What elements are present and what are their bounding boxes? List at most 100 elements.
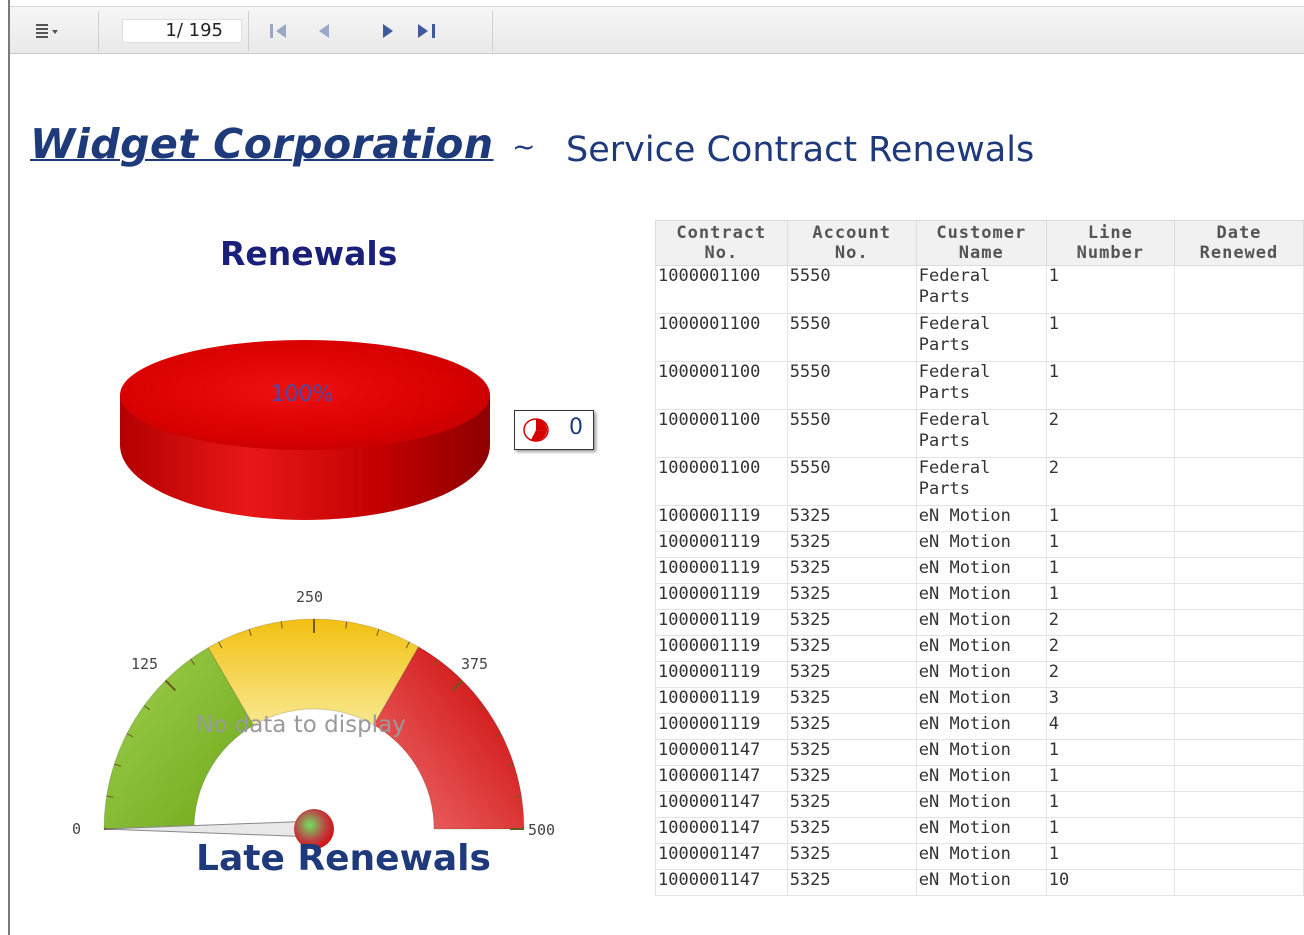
cell-customer-name: Federal Parts xyxy=(915,409,1047,458)
cell-line-number: 1 xyxy=(1045,765,1175,792)
cell-contract-no: 1000001147 xyxy=(655,869,788,896)
cell-date-renewed xyxy=(1173,817,1304,844)
cell-customer-name: eN Motion xyxy=(915,687,1047,714)
cell-line-number: 1 xyxy=(1045,265,1175,314)
cell-contract-no: 1000001147 xyxy=(655,817,788,844)
cell-date-renewed xyxy=(1173,791,1304,818)
cell-date-renewed xyxy=(1173,609,1304,636)
table-row: 1000001119 5325 eN Motion 1 xyxy=(655,583,1304,610)
cell-customer-name: eN Motion xyxy=(915,843,1047,870)
cell-date-renewed xyxy=(1173,457,1304,506)
cell-customer-name: eN Motion xyxy=(915,869,1047,896)
cell-date-renewed xyxy=(1173,661,1304,688)
cell-account-no: 5325 xyxy=(786,817,917,844)
cell-contract-no: 1000001119 xyxy=(655,531,788,558)
cell-contract-no: 1000001119 xyxy=(655,635,788,662)
list-menu-icon[interactable] xyxy=(34,21,70,41)
table-row: 1000001119 5325 eN Motion 1 xyxy=(655,557,1304,584)
company-title: Widget Corporation xyxy=(30,120,494,168)
cell-customer-name: eN Motion xyxy=(915,791,1047,818)
cell-date-renewed xyxy=(1173,361,1304,410)
cell-date-renewed xyxy=(1173,409,1304,458)
column-header-contract-no[interactable]: Contract No. xyxy=(655,220,788,266)
cell-line-number: 1 xyxy=(1045,739,1175,766)
cell-account-no: 5325 xyxy=(786,869,917,896)
cell-date-renewed xyxy=(1173,557,1304,584)
cell-contract-no: 1000001100 xyxy=(655,361,788,410)
renewals-chart-title: Renewals xyxy=(220,234,398,273)
cell-account-no: 5325 xyxy=(786,583,917,610)
cell-line-number: 2 xyxy=(1045,609,1175,636)
next-page-icon[interactable] xyxy=(378,21,400,41)
cell-account-no: 5325 xyxy=(786,661,917,688)
table-row: 1000001147 5325 eN Motion 1 xyxy=(655,843,1304,870)
cell-line-number: 1 xyxy=(1045,313,1175,362)
cell-customer-name: eN Motion xyxy=(915,557,1047,584)
cell-account-no: 5550 xyxy=(786,361,917,410)
table-row: 1000001119 5325 eN Motion 2 xyxy=(655,609,1304,636)
cell-contract-no: 1000001119 xyxy=(655,609,788,636)
cell-contract-no: 1000001147 xyxy=(655,791,788,818)
contracts-table: Contract No. Account No. Customer Name Line… xyxy=(655,220,1304,896)
cell-customer-name: Federal Parts xyxy=(915,361,1047,410)
column-header-account-no[interactable]: Account No. xyxy=(786,220,917,266)
cell-line-number: 1 xyxy=(1045,361,1175,410)
cell-date-renewed xyxy=(1173,843,1304,870)
cell-date-renewed xyxy=(1173,687,1304,714)
report-subtitle: Service Contract Renewals xyxy=(566,130,1035,170)
cell-customer-name: eN Motion xyxy=(915,583,1047,610)
cell-account-no: 5325 xyxy=(786,557,917,584)
gauge-tick-label: 375 xyxy=(461,655,489,673)
cell-line-number: 2 xyxy=(1045,457,1175,506)
first-page-icon[interactable] xyxy=(268,21,290,41)
table-row: 1000001119 5325 eN Motion 2 xyxy=(655,661,1304,688)
pie-legend: 0 xyxy=(514,410,594,450)
left-frame-border xyxy=(8,0,10,935)
column-header-date-renewed[interactable]: Date Renewed xyxy=(1173,220,1304,266)
column-header-customer-name[interactable]: Customer Name xyxy=(915,220,1047,266)
cell-date-renewed xyxy=(1173,505,1304,532)
table-row: 1000001100 5550 Federal Parts 1 xyxy=(655,361,1304,410)
table-row: 1000001100 5550 Federal Parts 2 xyxy=(655,409,1304,458)
table-row: 1000001119 5325 eN Motion 2 xyxy=(655,635,1304,662)
gauge-tick-label: 250 xyxy=(296,588,324,606)
prev-page-icon[interactable] xyxy=(312,21,334,41)
cell-date-renewed xyxy=(1173,765,1304,792)
cell-line-number: 2 xyxy=(1045,409,1175,458)
page-indicator[interactable]: 1/ 195 xyxy=(122,19,242,43)
cell-customer-name: Federal Parts xyxy=(915,313,1047,362)
column-header-line-number[interactable]: Line Number xyxy=(1045,220,1175,266)
cell-contract-no: 1000001147 xyxy=(655,765,788,792)
cell-line-number: 1 xyxy=(1045,791,1175,818)
table-row: 1000001147 5325 eN Motion 1 xyxy=(655,765,1304,792)
table-row: 1000001119 5325 eN Motion 4 xyxy=(655,713,1304,740)
renewals-pie-chart: 100% xyxy=(120,340,490,520)
cell-account-no: 5325 xyxy=(786,531,917,558)
cell-customer-name: eN Motion xyxy=(915,531,1047,558)
toolbar-separator xyxy=(98,11,99,51)
cell-line-number: 2 xyxy=(1045,635,1175,662)
cell-line-number: 1 xyxy=(1045,557,1175,584)
cell-account-no: 5550 xyxy=(786,265,917,314)
cell-customer-name: eN Motion xyxy=(915,817,1047,844)
cell-customer-name: eN Motion xyxy=(915,505,1047,532)
last-page-icon[interactable] xyxy=(414,21,440,41)
cell-account-no: 5325 xyxy=(786,843,917,870)
cell-account-no: 5325 xyxy=(786,791,917,818)
cell-contract-no: 1000001147 xyxy=(655,843,788,870)
toolbar-separator xyxy=(248,11,249,51)
cell-line-number: 2 xyxy=(1045,661,1175,688)
table-row: 1000001147 5325 eN Motion 1 xyxy=(655,791,1304,818)
cell-line-number: 3 xyxy=(1045,687,1175,714)
cell-contract-no: 1000001100 xyxy=(655,457,788,506)
cell-account-no: 5550 xyxy=(786,457,917,506)
cell-date-renewed xyxy=(1173,313,1304,362)
table-row: 1000001147 5325 eN Motion 1 xyxy=(655,739,1304,766)
cell-contract-no: 1000001119 xyxy=(655,557,788,584)
cell-line-number: 4 xyxy=(1045,713,1175,740)
cell-account-no: 5325 xyxy=(786,635,917,662)
cell-line-number: 10 xyxy=(1045,869,1175,896)
cell-customer-name: eN Motion xyxy=(915,609,1047,636)
gauge-title: Late Renewals xyxy=(196,838,491,879)
table-row: 1000001119 5325 eN Motion 1 xyxy=(655,505,1304,532)
